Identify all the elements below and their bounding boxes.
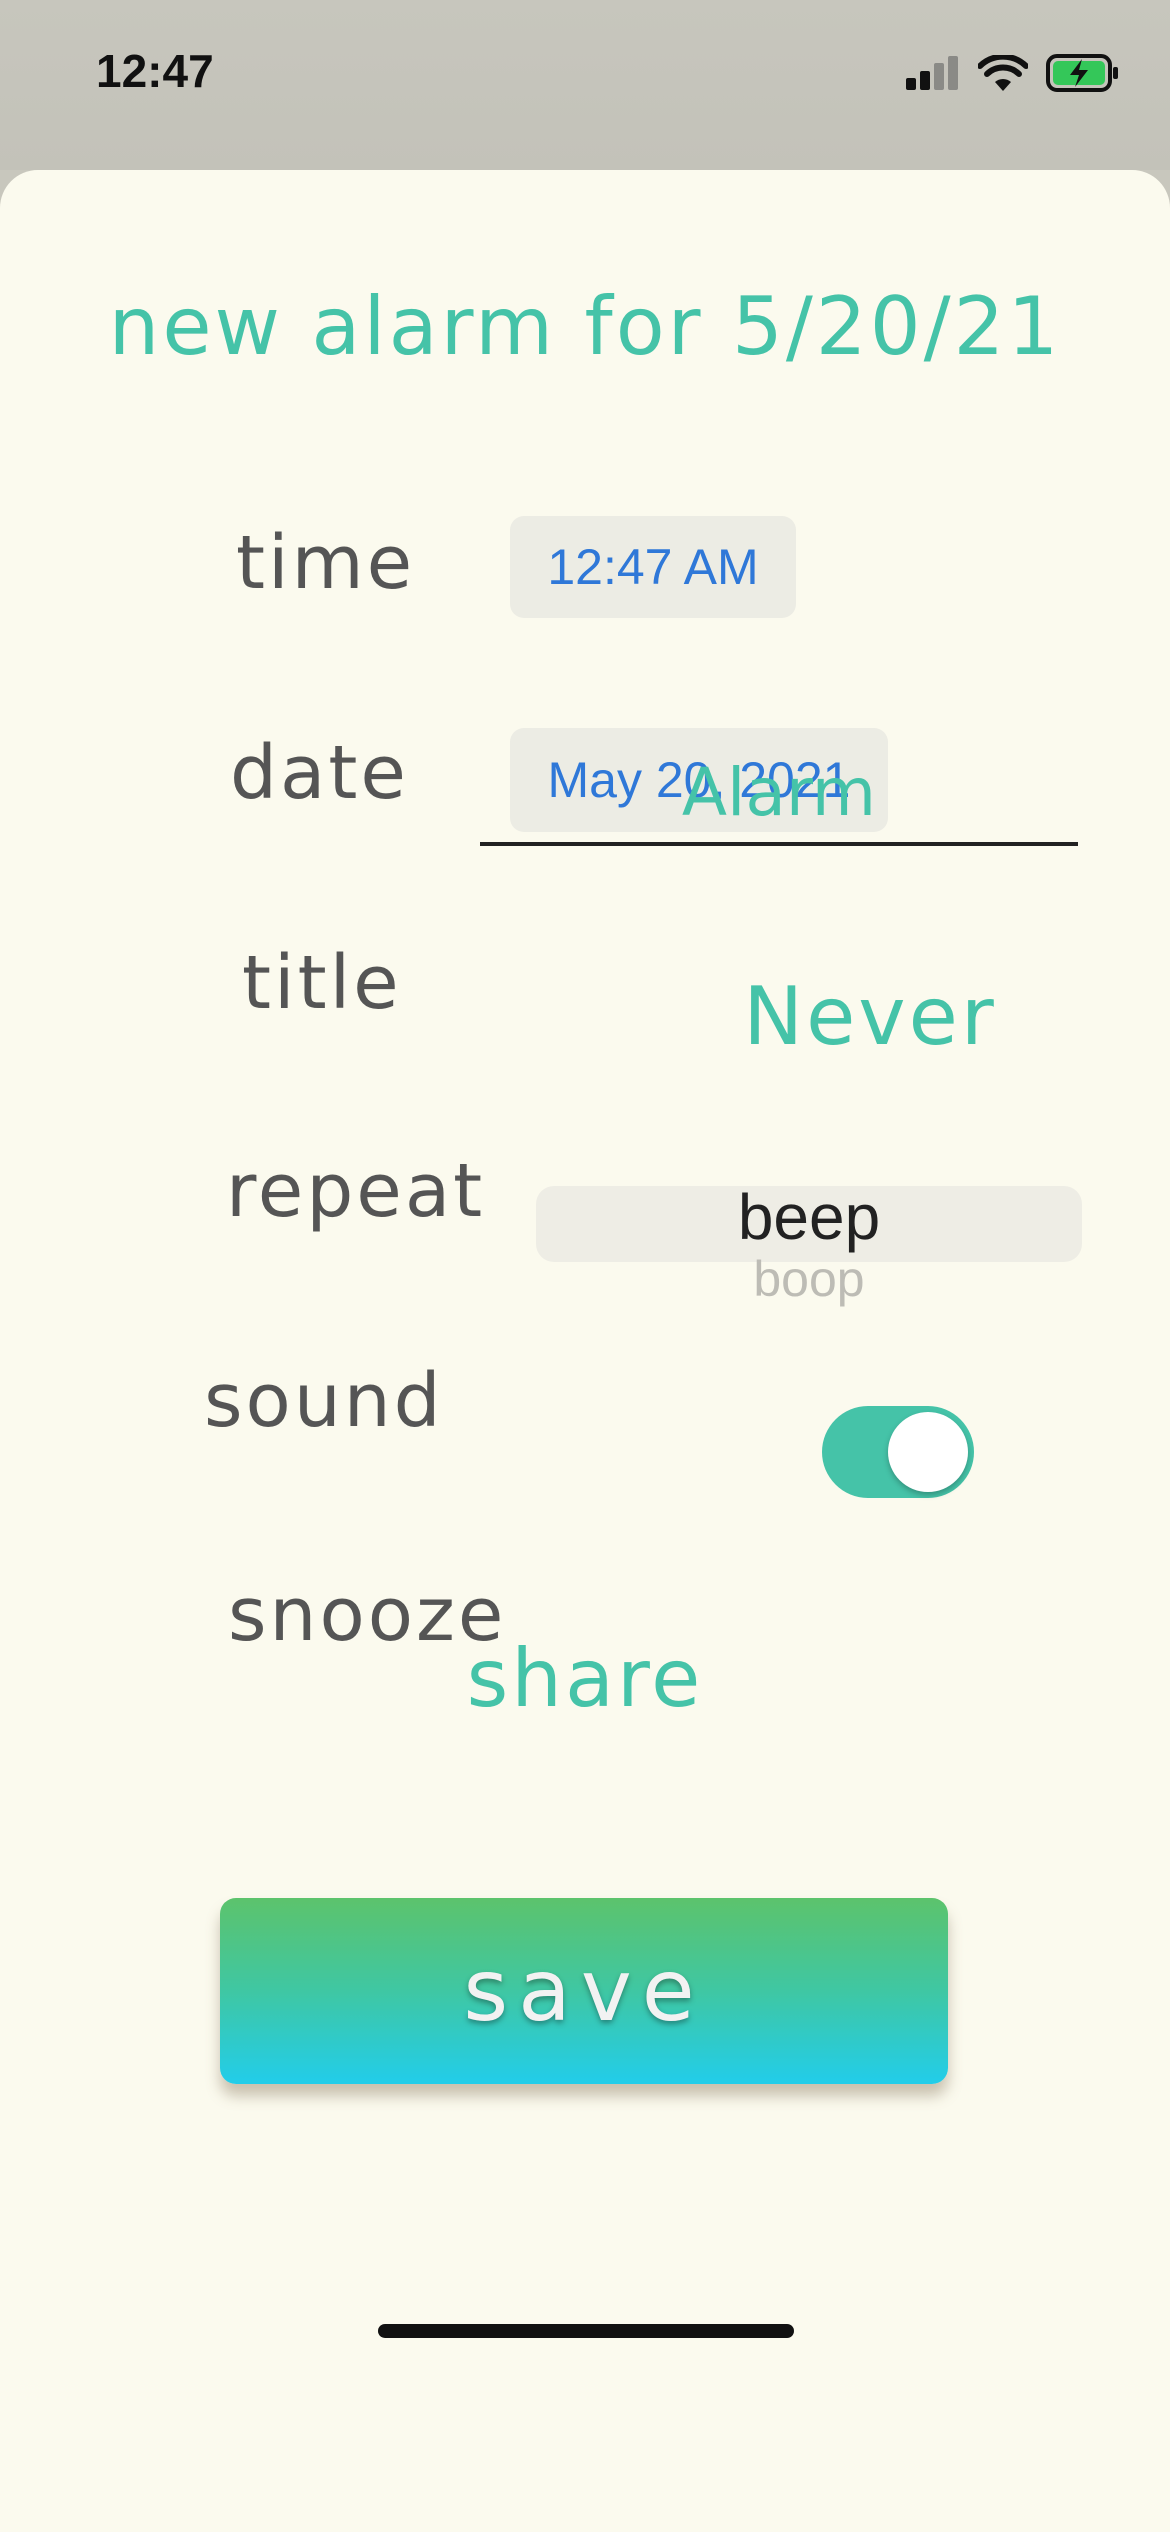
repeat-label: repeat [226,1148,486,1234]
date-label: date [230,730,409,816]
cellular-signal-icon [906,56,958,90]
battery-charging-icon [1046,54,1118,92]
share-button[interactable]: share [0,1632,1170,1725]
sound-label: sound [204,1358,444,1444]
status-icons [906,48,1120,98]
title-label: title [242,940,402,1026]
repeat-selector[interactable]: Never [720,970,1020,1063]
save-button[interactable]: save [220,1898,948,2084]
sound-picker[interactable]: beep boop [536,1181,1082,1366]
time-picker-button[interactable]: 12:47 AM [510,516,796,618]
home-indicator [378,2324,794,2338]
wifi-icon [978,55,1028,91]
time-label: time [236,520,416,606]
snooze-toggle-knob [888,1412,968,1492]
sound-option-next[interactable]: boop [536,1250,1082,1308]
status-time: 12:47 [96,45,214,97]
alarm-title-input[interactable] [480,742,1078,846]
status-bar: 12:47 [0,0,1170,170]
sound-option-selected[interactable]: beep [536,1180,1082,1254]
sheet-title: new alarm for 5/20/21 [108,280,1062,373]
snooze-toggle[interactable] [822,1406,974,1498]
